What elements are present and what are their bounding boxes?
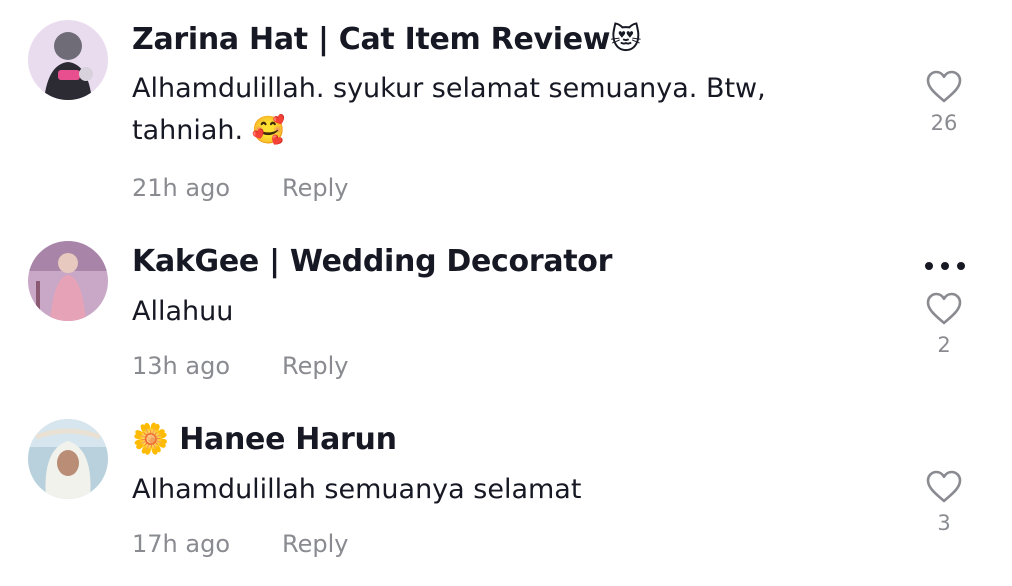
like-button[interactable]: 26 (924, 70, 964, 135)
avatar-woman-pink-dress-icon (28, 241, 108, 321)
comment-text: Alhamdulillah semuanya selamat (132, 474, 582, 505)
reply-button[interactable]: Reply (282, 530, 348, 558)
blossom-emoji: 🌼 (132, 422, 170, 457)
comment-text: Allahuu (132, 296, 234, 327)
heart-icon (926, 292, 962, 325)
comment-timestamp: 13h ago (132, 352, 231, 380)
avatar-person-holding-cat-icon (28, 20, 108, 100)
comment-item: KakGee | Wedding Decorator Allahuu 13h a… (0, 222, 1012, 402)
comment-username[interactable]: KakGee | Wedding Decorator (132, 244, 612, 279)
heart-icon (926, 70, 962, 103)
like-count: 26 (930, 111, 958, 135)
avatar[interactable] (28, 241, 108, 321)
comment-meta: 17h ago Reply (132, 530, 348, 558)
more-options-icon[interactable] (922, 256, 968, 276)
comment-timestamp: 21h ago (132, 174, 231, 202)
avatar-woman-hijab-icon (28, 419, 108, 499)
heart-icon (926, 470, 962, 503)
comment-meta: 21h ago Reply (132, 174, 348, 202)
avatar[interactable] (28, 419, 108, 499)
comment-timestamp: 17h ago (132, 530, 231, 558)
comment-username[interactable]: 🌼 Hanee Harun (132, 422, 397, 457)
like-button[interactable]: 3 (924, 470, 964, 535)
comment-username[interactable]: Zarina Hat | Cat Item Review😻 (132, 22, 642, 57)
like-count: 3 (937, 511, 951, 535)
smiling-face-with-hearts-emoji: 🥰 (251, 115, 286, 146)
comment-item: 🌼 Hanee Harun Alhamdulillah semuanya sel… (0, 400, 1012, 580)
comment-meta: 13h ago Reply (132, 352, 348, 380)
heart-eyes-cat-emoji: 😻 (610, 22, 642, 57)
reply-button[interactable]: Reply (282, 352, 348, 380)
like-button[interactable]: 2 (924, 292, 964, 357)
comment-item: Zarina Hat | Cat Item Review😻 Alhamdulil… (0, 0, 1012, 202)
like-count: 2 (937, 333, 951, 357)
avatar[interactable] (28, 20, 108, 100)
reply-button[interactable]: Reply (282, 174, 348, 202)
comment-text: Alhamdulillah. syukur selamat semuanya. … (132, 73, 766, 146)
